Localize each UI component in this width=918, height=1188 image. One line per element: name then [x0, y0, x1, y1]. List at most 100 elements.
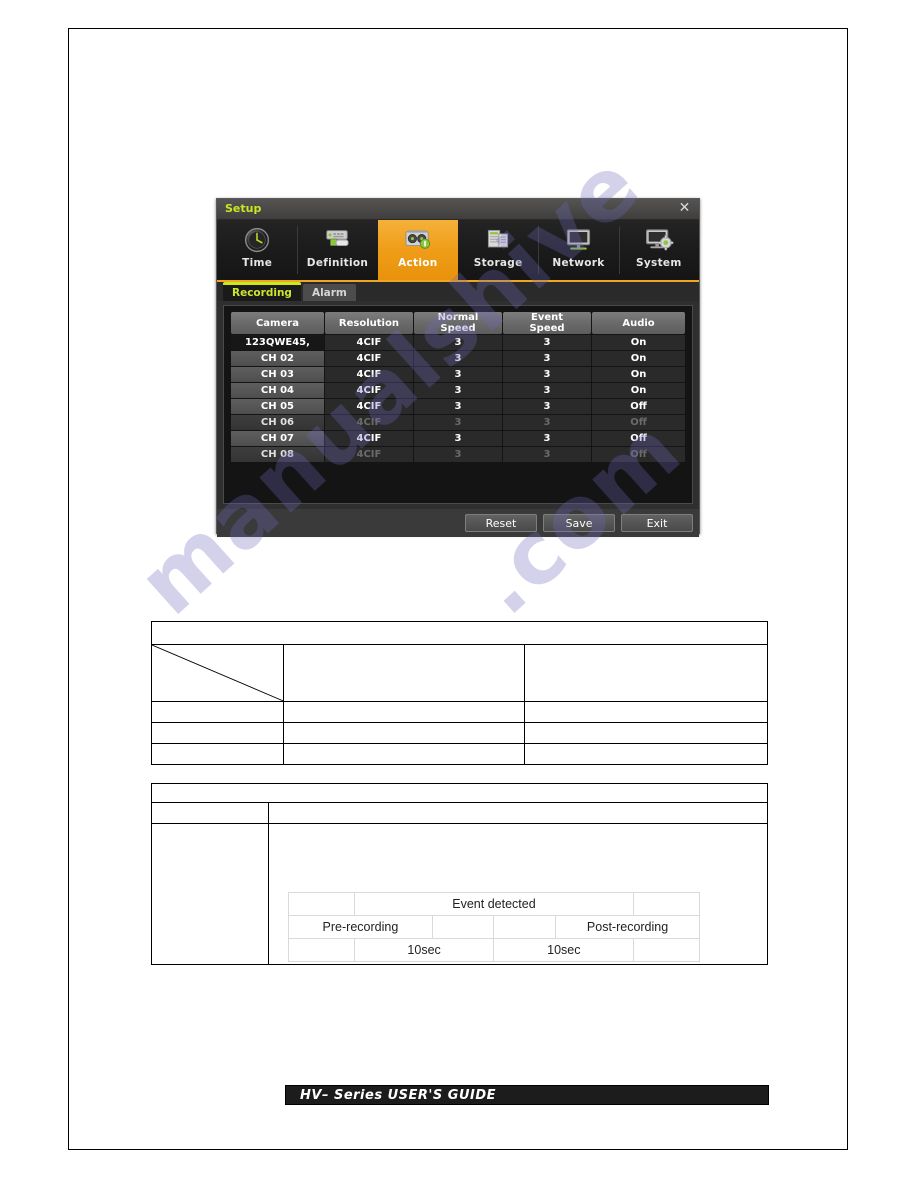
cell-normal-speed[interactable]: 3: [413, 367, 502, 382]
cell-event-speed[interactable]: 3: [502, 351, 592, 366]
col-header-resolution[interactable]: Resolution: [324, 312, 413, 334]
storage-icon: [481, 225, 515, 255]
nav-item-storage[interactable]: Storage: [458, 220, 538, 280]
recording-table-body: 123QWE45, 4CIF 3 3 On CH 02 4CIF 3 3 On CH 03 4CIF 3…: [231, 335, 685, 462]
table-cell: [150, 823, 270, 965]
cell-camera[interactable]: CH 08: [231, 447, 324, 462]
cell-event-speed[interactable]: 3: [502, 335, 592, 350]
cell-resolution[interactable]: 4CIF: [324, 383, 413, 398]
cell-resolution[interactable]: 4CIF: [324, 351, 413, 366]
table-cell: [150, 743, 285, 765]
cell-camera[interactable]: CH 06: [231, 415, 324, 430]
nav-item-system[interactable]: System: [618, 220, 699, 280]
table-row[interactable]: CH 06 4CIF 3 3 Off: [231, 415, 685, 430]
clock-icon: [240, 225, 274, 255]
nav-item-action[interactable]: Action: [377, 220, 458, 280]
cell-resolution[interactable]: 4CIF: [324, 415, 413, 430]
table-row: 10sec 10sec: [288, 938, 700, 962]
table-row: [150, 701, 769, 723]
cell-event-speed[interactable]: 3: [502, 431, 592, 446]
cell-event-speed[interactable]: 3: [502, 383, 592, 398]
cell-camera[interactable]: CH 07: [231, 431, 324, 446]
table-cell: [151, 783, 768, 803]
cell-event-speed[interactable]: 3: [502, 415, 592, 430]
save-button[interactable]: Save: [543, 514, 615, 532]
col-header-normal-speed[interactable]: Normal Speed: [413, 312, 502, 334]
table-cell: [523, 743, 769, 765]
cell-audio[interactable]: Off: [592, 399, 685, 414]
table-row[interactable]: CH 04 4CIF 3 3 On: [231, 383, 685, 398]
cell-camera[interactable]: 123QWE45,: [231, 335, 324, 350]
table-row: [150, 644, 769, 702]
cell-normal-speed[interactable]: 3: [413, 383, 502, 398]
cell-normal-speed[interactable]: 3: [413, 335, 502, 350]
event-diagram-pad-right-2: [633, 938, 700, 962]
cell-normal-speed[interactable]: 3: [413, 415, 502, 430]
table-row: [150, 802, 768, 824]
table-row: [151, 621, 768, 645]
monitor-gear-icon: [642, 225, 676, 255]
tab-alarm[interactable]: Alarm: [302, 284, 356, 301]
cell-audio[interactable]: Off: [592, 431, 685, 446]
table-row[interactable]: CH 02 4CIF 3 3 On: [231, 351, 685, 366]
post-recording-label: Post-recording: [555, 915, 700, 939]
tab-recording[interactable]: Recording: [223, 282, 301, 301]
table-row[interactable]: 123QWE45, 4CIF 3 3 On: [231, 335, 685, 350]
table-cell: [150, 722, 285, 744]
cell-normal-speed[interactable]: 3: [413, 351, 502, 366]
table-cell: [523, 722, 769, 744]
cell-resolution[interactable]: 4CIF: [324, 431, 413, 446]
cell-normal-speed[interactable]: 3: [413, 399, 502, 414]
pre-recording-label: Pre-recording: [288, 915, 433, 939]
cell-audio[interactable]: Off: [592, 447, 685, 462]
cell-camera[interactable]: CH 05: [231, 399, 324, 414]
table-row[interactable]: CH 07 4CIF 3 3 Off: [231, 431, 685, 446]
cell-camera[interactable]: CH 04: [231, 383, 324, 398]
cell-audio[interactable]: On: [592, 383, 685, 398]
diagonal-header-cell: [150, 644, 285, 702]
table-row[interactable]: CH 05 4CIF 3 3 Off: [231, 399, 685, 414]
table-row[interactable]: CH 03 4CIF 3 3 On: [231, 367, 685, 382]
cell-audio[interactable]: On: [592, 335, 685, 350]
cell-resolution[interactable]: 4CIF: [324, 399, 413, 414]
cell-event-speed[interactable]: 3: [502, 447, 592, 462]
cell-audio[interactable]: On: [592, 367, 685, 382]
table-cell: [150, 802, 270, 824]
cell-event-speed[interactable]: 3: [502, 367, 592, 382]
table-cell: [523, 701, 769, 723]
table-cell: [283, 743, 525, 765]
nav-label-action: Action: [398, 257, 438, 269]
col-header-event-speed[interactable]: Event Speed: [502, 312, 592, 334]
exit-button[interactable]: Exit: [621, 514, 693, 532]
event-diagram-pad-left-2: [288, 938, 355, 962]
action-icon: [401, 225, 435, 255]
nav-item-time[interactable]: Time: [217, 220, 297, 280]
event-detected-label: Event detected: [353, 892, 635, 916]
cell-resolution[interactable]: 4CIF: [324, 335, 413, 350]
table-header-row: Camera Resolution Normal Speed Event Spe…: [231, 312, 685, 334]
nav-item-network[interactable]: Network: [538, 220, 618, 280]
cell-audio[interactable]: Off: [592, 415, 685, 430]
setup-nav: Time Definition Action Storage Network S…: [217, 220, 699, 282]
table-row[interactable]: CH 08 4CIF 3 3 Off: [231, 447, 685, 462]
cell-normal-speed[interactable]: 3: [413, 447, 502, 462]
table-cell: [150, 701, 285, 723]
dialog-button-bar: Reset Save Exit: [217, 509, 699, 537]
close-icon[interactable]: ✕: [677, 201, 692, 216]
table-row: Event detected: [288, 892, 700, 916]
cell-resolution[interactable]: 4CIF: [324, 367, 413, 382]
cell-event-speed[interactable]: 3: [502, 399, 592, 414]
cell-resolution[interactable]: 4CIF: [324, 447, 413, 462]
col-header-camera[interactable]: Camera: [231, 312, 324, 334]
cell-audio[interactable]: On: [592, 351, 685, 366]
col-header-audio[interactable]: Audio: [592, 312, 685, 334]
cell-normal-speed[interactable]: 3: [413, 431, 502, 446]
table-row: [151, 783, 768, 803]
nav-label-definition: Definition: [306, 257, 369, 269]
nav-label-time: Time: [242, 257, 273, 269]
reset-button[interactable]: Reset: [465, 514, 537, 532]
cell-camera[interactable]: CH 03: [231, 367, 324, 382]
guide-footer-text: HV– Series USER'S GUIDE: [300, 1087, 497, 1103]
cell-camera[interactable]: CH 02: [231, 351, 324, 366]
nav-item-definition[interactable]: Definition: [297, 220, 377, 280]
